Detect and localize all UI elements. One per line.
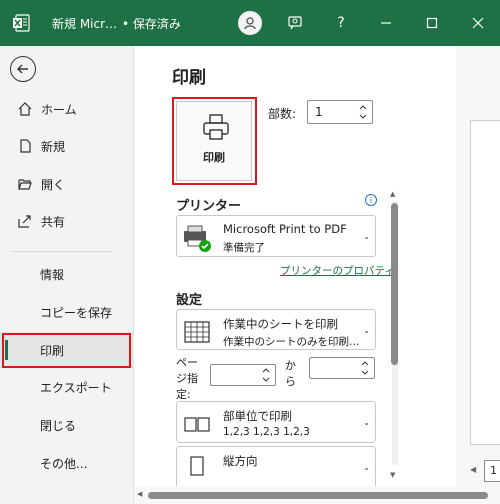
chevron-down-icon: ⌄ — [363, 418, 370, 427]
spinner-arrows-icon[interactable] — [261, 365, 271, 385]
orientation-select[interactable]: 縦方向 ⌄ — [176, 446, 376, 486]
back-button[interactable] — [10, 56, 36, 82]
nav-share[interactable]: 共有 — [0, 203, 134, 239]
sheet-grid-icon — [184, 321, 210, 343]
nav-label: コピーを保存 — [40, 305, 113, 320]
excel-app-icon — [13, 14, 30, 32]
printer-ready-icon — [184, 225, 211, 252]
info-icon[interactable]: i — [365, 194, 377, 206]
nav-more[interactable]: その他... — [0, 445, 134, 481]
pages-label: ページ指定: — [176, 356, 198, 401]
print-what-description: 作業中のシートのみを印刷… — [223, 336, 360, 348]
save-status: • 保存済み — [122, 17, 181, 31]
nav-label: 情報 — [40, 267, 65, 282]
maximize-button[interactable] — [419, 10, 445, 36]
nav-close[interactable]: 閉じる — [0, 407, 134, 443]
home-icon — [17, 101, 33, 117]
close-button[interactable] — [465, 10, 491, 36]
nav-save-copy[interactable]: コピーを保存 — [0, 294, 134, 330]
maximize-icon — [426, 17, 438, 29]
collate-value: 部単位で印刷 — [223, 409, 292, 423]
scroll-thumb[interactable] — [391, 203, 398, 365]
minimize-button[interactable] — [373, 10, 399, 36]
print-what-select[interactable]: 作業中のシートを印刷 作業中のシートのみを印刷… ⌄ — [176, 309, 376, 350]
nav-home[interactable]: ホーム — [0, 91, 134, 127]
copies-stepper[interactable]: 1 — [307, 100, 373, 124]
preview-page — [470, 120, 500, 445]
orientation-value: 縦方向 — [223, 454, 258, 468]
user-icon — [244, 17, 256, 30]
highlight-box-nav-print — [2, 333, 131, 368]
nav-label: 閉じる — [40, 418, 77, 433]
printer-select[interactable]: Microsoft Print to PDF 準備完了 ⌄ — [176, 215, 376, 257]
copies-label: 部数: — [268, 107, 297, 121]
printer-properties-link[interactable]: プリンターのプロパティ — [280, 263, 395, 278]
printer-section-header: プリンター — [176, 199, 242, 214]
title-bar: 新規 Micr… • 保存済み ? — [0, 0, 500, 46]
highlight-box-print-button — [172, 97, 257, 185]
chevron-down-icon: ⌄ — [363, 232, 370, 241]
nav-label: 新規 — [41, 139, 66, 154]
printer-name: Microsoft Print to PDF — [223, 222, 347, 236]
settings-vertical-scrollbar[interactable]: ▲ ▼ — [388, 187, 400, 481]
nav-divider — [12, 251, 112, 252]
nav-export[interactable]: エクスポート — [0, 369, 134, 405]
pages-to-input[interactable] — [309, 357, 375, 379]
minimize-icon — [381, 22, 391, 24]
page-title: 印刷 — [172, 68, 206, 88]
close-icon — [472, 17, 484, 29]
backstage-nav: ホーム 新規 開く 共有 情報 コピーを保存 印刷 エクスポート 閉じる その他… — [0, 46, 134, 504]
spinner-arrows-icon[interactable] — [360, 358, 370, 378]
horizontal-scrollbar[interactable]: ◀ — [134, 486, 500, 504]
chevron-down-icon: ⌄ — [363, 326, 370, 335]
folder-open-icon — [17, 176, 33, 192]
help-button[interactable]: ? — [328, 10, 354, 36]
nav-open[interactable]: 開く — [0, 166, 134, 202]
spinner-arrows-icon[interactable] — [358, 102, 368, 122]
nav-label: その他... — [40, 456, 88, 471]
collate-pages-icon — [184, 417, 210, 432]
nav-label: 共有 — [41, 214, 66, 229]
nav-label: エクスポート — [40, 380, 112, 395]
share-icon — [17, 213, 33, 229]
scroll-left-icon[interactable]: ◀ — [137, 490, 142, 498]
new-document-icon — [17, 138, 33, 154]
nav-label: ホーム — [41, 102, 77, 117]
nav-label: 開く — [41, 177, 66, 192]
coauthoring-button[interactable] — [282, 10, 308, 36]
document-title[interactable]: 新規 Micr… — [52, 15, 117, 32]
copies-value: 1 — [315, 105, 323, 119]
portrait-page-icon — [190, 456, 204, 476]
collate-select[interactable]: 部単位で印刷 1,2,3 1,2,3 1,2,3 ⌄ — [176, 401, 376, 443]
person-feedback-icon — [288, 16, 302, 30]
scroll-down-icon[interactable]: ▼ — [390, 471, 395, 479]
pages-to-label: から — [285, 359, 296, 388]
nav-new[interactable]: 新規 — [0, 128, 134, 164]
scroll-thumb[interactable] — [148, 492, 488, 499]
printer-status: 準備完了 — [223, 242, 265, 254]
page-number-input[interactable]: 1 — [484, 460, 500, 482]
previous-page-icon[interactable]: ◀ — [470, 465, 476, 474]
collate-description: 1,2,3 1,2,3 1,2,3 — [223, 426, 310, 438]
scroll-up-icon[interactable]: ▲ — [390, 190, 395, 198]
settings-section-header: 設定 — [176, 293, 203, 308]
chevron-down-icon: ⌄ — [363, 463, 370, 472]
nav-info[interactable]: 情報 — [0, 256, 134, 292]
account-avatar[interactable] — [238, 11, 262, 35]
print-what-value: 作業中のシートを印刷 — [223, 317, 338, 331]
arrow-left-icon — [17, 64, 28, 74]
pages-from-input[interactable] — [210, 364, 276, 386]
